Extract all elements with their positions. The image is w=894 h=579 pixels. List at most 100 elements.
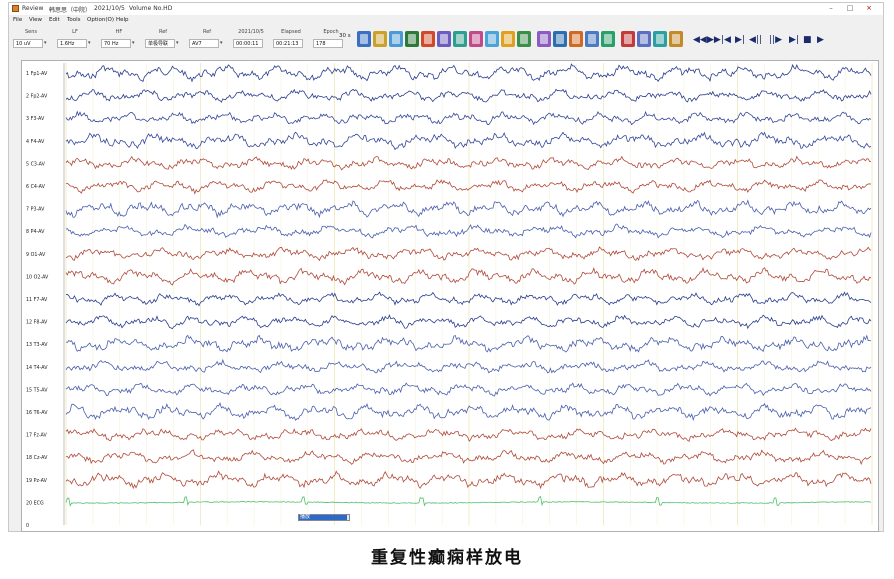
param-ref[interactable]: Ref AV7 ▾ — [187, 27, 227, 53]
channel-label[interactable]: 15 T5-AV — [26, 387, 48, 393]
channel-label[interactable]: 14 T4-AV — [26, 365, 48, 371]
report-icon[interactable] — [569, 31, 583, 47]
param-montage-value[interactable]: 单极导联 — [145, 39, 175, 48]
channel-label[interactable]: 20 ECG — [26, 500, 44, 506]
menu-option[interactable]: Option(O) — [87, 17, 114, 23]
param-ref-value[interactable]: AV7 — [189, 39, 219, 48]
eeg-trace — [65, 199, 872, 219]
bookmark-icon[interactable] — [553, 31, 567, 47]
eeg-trace — [65, 155, 872, 171]
menu-tools[interactable]: Tools — [67, 17, 81, 23]
param-epoch[interactable]: Epoch 178 — [311, 27, 351, 53]
playback-nav-2-icon[interactable]: |◀ — [721, 33, 731, 47]
param-lf-value[interactable]: 1.6Hz — [57, 39, 87, 48]
eeg-trace — [65, 427, 872, 442]
minimize-icon[interactable]: – — [824, 4, 838, 13]
playback-nav-1-icon[interactable]: ▶▶ — [707, 33, 721, 47]
menu-edit[interactable]: Edit — [49, 17, 60, 23]
playback-nav-3-icon[interactable]: ▶| — [735, 33, 745, 47]
eeg-trace — [65, 88, 872, 103]
open-icon[interactable] — [373, 31, 387, 47]
help-icon[interactable] — [669, 31, 683, 47]
chart-icon[interactable] — [601, 31, 615, 47]
chevron-down-icon[interactable]: ▾ — [44, 40, 47, 46]
channel-label[interactable]: 5 C3-AV — [26, 161, 46, 167]
eeg-waveform-panel[interactable]: 1 Fp1-AV 2 Fp2-AV 3 F3-AV 4 F4-AV 5 C3-AV 6 C… — [21, 60, 879, 532]
channel-label[interactable]: 16 T6-AV — [26, 410, 48, 416]
settings-icon[interactable] — [637, 31, 651, 47]
channel-label[interactable]: 6 C4-AV — [26, 184, 46, 190]
channel-label[interactable]: 3 F3-AV — [26, 116, 45, 122]
import-icon[interactable] — [453, 31, 467, 47]
eeg-trace — [65, 382, 872, 397]
speed-select[interactable]: 30 s — [339, 33, 351, 39]
chevron-down-icon[interactable]: ▾ — [132, 40, 135, 46]
playback-nav-0-icon[interactable]: ◀◀ — [693, 33, 707, 47]
app-name: Review — [22, 5, 44, 12]
channel-label[interactable]: 10 O2-AV — [26, 274, 49, 280]
filter-icon[interactable] — [485, 31, 499, 47]
param-sens[interactable]: Sens 10 uV ▾ — [11, 27, 51, 53]
eeg-trace — [65, 267, 872, 286]
channel-label[interactable]: 8 P4-AV — [26, 229, 45, 235]
channel-label[interactable]: 2 Fp2-AV — [26, 94, 48, 100]
param-epoch-value[interactable]: 178 — [313, 39, 343, 48]
calendar-icon[interactable] — [585, 31, 599, 47]
playback-nav-8-icon[interactable]: ▶ — [817, 33, 824, 47]
close-icon[interactable]: × — [862, 4, 876, 13]
param-hf[interactable]: HF 70 Hz ▾ — [99, 27, 139, 53]
parameter-bar: Sens 10 uV ▾ LF 1.6Hz ▾ HF 70 Hz ▾ Ref 单… — [9, 27, 364, 55]
maximize-icon[interactable]: □ — [843, 4, 857, 13]
eeg-trace — [65, 223, 872, 239]
chevron-down-icon[interactable]: ▾ — [88, 40, 91, 46]
montage-icon[interactable] — [469, 31, 483, 47]
eeg-trace — [65, 401, 872, 422]
export-icon[interactable] — [437, 31, 451, 47]
channel-label[interactable]: 17 Fz-AV — [26, 433, 48, 439]
chevron-down-icon[interactable]: ▾ — [220, 40, 223, 46]
param-lf[interactable]: LF 1.6Hz ▾ — [55, 27, 95, 53]
param-elapsed-value: 00:21:13 — [273, 39, 303, 48]
new-record-icon[interactable] — [357, 31, 371, 47]
split-icon[interactable] — [405, 31, 419, 47]
eeg-trace — [65, 179, 872, 195]
channel-label[interactable]: 13 T3-AV — [26, 342, 48, 348]
print-icon[interactable] — [421, 31, 435, 47]
chevron-down-icon[interactable]: ▾ — [176, 40, 179, 46]
zoom-icon[interactable] — [517, 31, 531, 47]
menu-help[interactable]: Help — [116, 17, 129, 23]
channel-label[interactable]: 11 F7-AV — [26, 297, 48, 303]
channel-label[interactable]: 9 O1-AV — [26, 252, 46, 258]
channel-label[interactable]: 18 Cz-AV — [26, 455, 48, 461]
title-bar: Review 韩思思（中院） 2021/10/5 Volume No.HD – … — [9, 3, 883, 15]
eeg-trace — [65, 63, 872, 83]
eeg-waveform-svg: 1 Fp1-AV 2 Fp2-AV 3 F3-AV 4 F4-AV 5 C3-AV 6 C… — [26, 63, 873, 529]
channel-label[interactable]: 0 — [26, 523, 29, 529]
spike-icon[interactable] — [501, 31, 515, 47]
param-elapsed: Elapsed 00:21:13 — [271, 27, 311, 53]
channel-label[interactable]: 4 F4-AV — [26, 139, 45, 145]
playback-nav-6-icon[interactable]: ▶| — [789, 33, 799, 47]
eeg-trace — [65, 110, 872, 126]
menu-view[interactable]: View — [29, 17, 42, 23]
menu-file[interactable]: File — [13, 17, 22, 23]
video-icon[interactable] — [621, 31, 635, 47]
channel-label[interactable]: 19 Pz-AV — [26, 478, 48, 484]
param-sens-value[interactable]: 10 uV — [13, 39, 43, 48]
toolbar: ◀◀ ▶▶ |◀ ▶| ◀|| ||▶ ▶| ■ ▶ — [357, 31, 837, 51]
channel-label[interactable]: 12 F8-AV — [26, 320, 48, 326]
playback-nav-7-icon[interactable]: ■ — [803, 33, 812, 47]
patient-name: 韩思思（中院） — [49, 7, 92, 14]
annotate-icon[interactable] — [389, 31, 403, 47]
compare-icon[interactable] — [537, 31, 551, 47]
playback-nav-4-icon[interactable]: ◀|| — [749, 33, 762, 47]
eeg-trace — [65, 358, 872, 374]
param-montage[interactable]: Ref 单极导联 ▾ — [143, 27, 183, 53]
channel-label[interactable]: 1 Fp1-AV — [26, 71, 48, 77]
color-icon[interactable] — [653, 31, 667, 47]
param-hf-value[interactable]: 70 Hz — [101, 39, 131, 48]
playback-nav-5-icon[interactable]: ||▶ — [769, 33, 782, 47]
eeg-trace — [65, 131, 872, 151]
channel-label[interactable]: 7 P3-AV — [26, 207, 45, 213]
menu-bar: File View Edit Tools Option(O) Help — [9, 16, 883, 26]
